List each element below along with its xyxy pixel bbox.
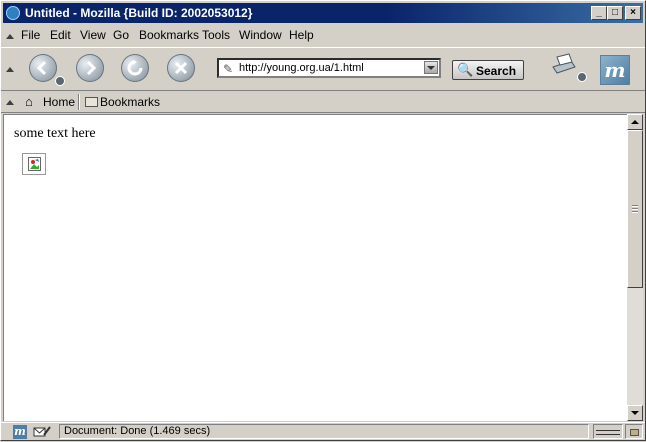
stop-x-icon — [174, 61, 188, 75]
stop-button[interactable] — [167, 54, 195, 82]
search-button-label: Search — [476, 64, 517, 78]
bookmarks-button[interactable]: Bookmarks — [85, 94, 161, 111]
window-title: Untitled - Mozilla {Build ID: 2002053012… — [25, 6, 253, 20]
personal-toolbar: ⌂ Home Bookmarks — [1, 92, 645, 113]
printer-icon — [552, 53, 576, 74]
back-button[interactable] — [29, 54, 57, 82]
scroll-down-button[interactable] — [627, 405, 643, 421]
page-text: some text here — [14, 126, 96, 141]
search-button[interactable]: 🔍 Search — [452, 60, 524, 80]
mail-compose-icon[interactable] — [33, 425, 51, 439]
menu-tools[interactable]: Tools — [202, 28, 230, 42]
mozilla-component-icon[interactable]: m — [13, 425, 27, 439]
browser-window: Untitled - Mozilla {Build ID: 2002053012… — [0, 0, 646, 441]
menu-view[interactable]: View — [80, 28, 106, 42]
scroll-thumb[interactable] — [627, 130, 643, 288]
broken-image-placeholder — [22, 153, 46, 175]
folder-icon — [85, 97, 98, 107]
menu-go[interactable]: Go — [113, 28, 129, 42]
home-button[interactable]: ⌂ Home — [23, 94, 75, 111]
reload-icon — [127, 60, 143, 76]
navbar-collapse-grippy[interactable] — [6, 67, 14, 72]
menu-bar: File Edit View Go Bookmarks Tools Window… — [1, 25, 645, 45]
menu-bookmarks[interactable]: Bookmarks — [139, 28, 199, 42]
menubar-collapse-grippy[interactable] — [6, 34, 14, 39]
status-bar: m Document: Done (1.469 secs) — [1, 422, 645, 441]
url-bar[interactable]: ✎ — [217, 58, 441, 78]
menu-help[interactable]: Help — [289, 28, 314, 42]
progress-meter — [593, 424, 623, 439]
page-content-area[interactable]: some text here — [3, 114, 627, 421]
print-dropdown[interactable] — [577, 72, 587, 82]
url-history-dropdown[interactable] — [424, 61, 438, 74]
scroll-up-button[interactable] — [627, 114, 643, 130]
security-lock-panel[interactable] — [625, 424, 643, 439]
minimize-button[interactable]: _ — [591, 6, 607, 20]
url-input[interactable] — [239, 60, 417, 76]
print-button[interactable] — [549, 53, 577, 79]
reload-button[interactable] — [121, 54, 149, 82]
page-proxy-icon[interactable]: ✎ — [223, 62, 233, 76]
menu-window[interactable]: Window — [239, 28, 282, 42]
broken-image-icon — [28, 157, 41, 171]
home-icon: ⌂ — [25, 94, 33, 109]
connection-plug-icon — [596, 430, 620, 435]
menu-file[interactable]: File — [21, 28, 40, 42]
status-text: Document: Done (1.469 secs) — [59, 424, 589, 439]
bookmarks-label: Bookmarks — [100, 95, 161, 109]
vertical-scrollbar[interactable] — [627, 114, 643, 421]
close-button[interactable]: × — [625, 6, 641, 20]
magnifier-icon: 🔍 — [457, 62, 474, 77]
personal-toolbar-grippy[interactable] — [6, 100, 14, 105]
maximize-button[interactable]: □ — [607, 6, 623, 20]
home-label: Home — [43, 95, 76, 109]
back-arrow-icon — [36, 60, 47, 76]
navigation-toolbar: ✎ 🔍 Search m — [1, 47, 645, 91]
title-bar[interactable]: Untitled - Mozilla {Build ID: 2002053012… — [3, 3, 643, 23]
toolbar-separator — [78, 94, 79, 110]
menu-edit[interactable]: Edit — [50, 28, 71, 42]
lock-icon — [630, 429, 639, 436]
forward-arrow-icon — [86, 60, 97, 76]
mozilla-throbber-logo[interactable]: m — [600, 55, 630, 85]
mozilla-app-icon[interactable] — [6, 6, 20, 20]
back-history-dropdown[interactable] — [55, 76, 65, 86]
forward-button[interactable] — [76, 54, 104, 82]
